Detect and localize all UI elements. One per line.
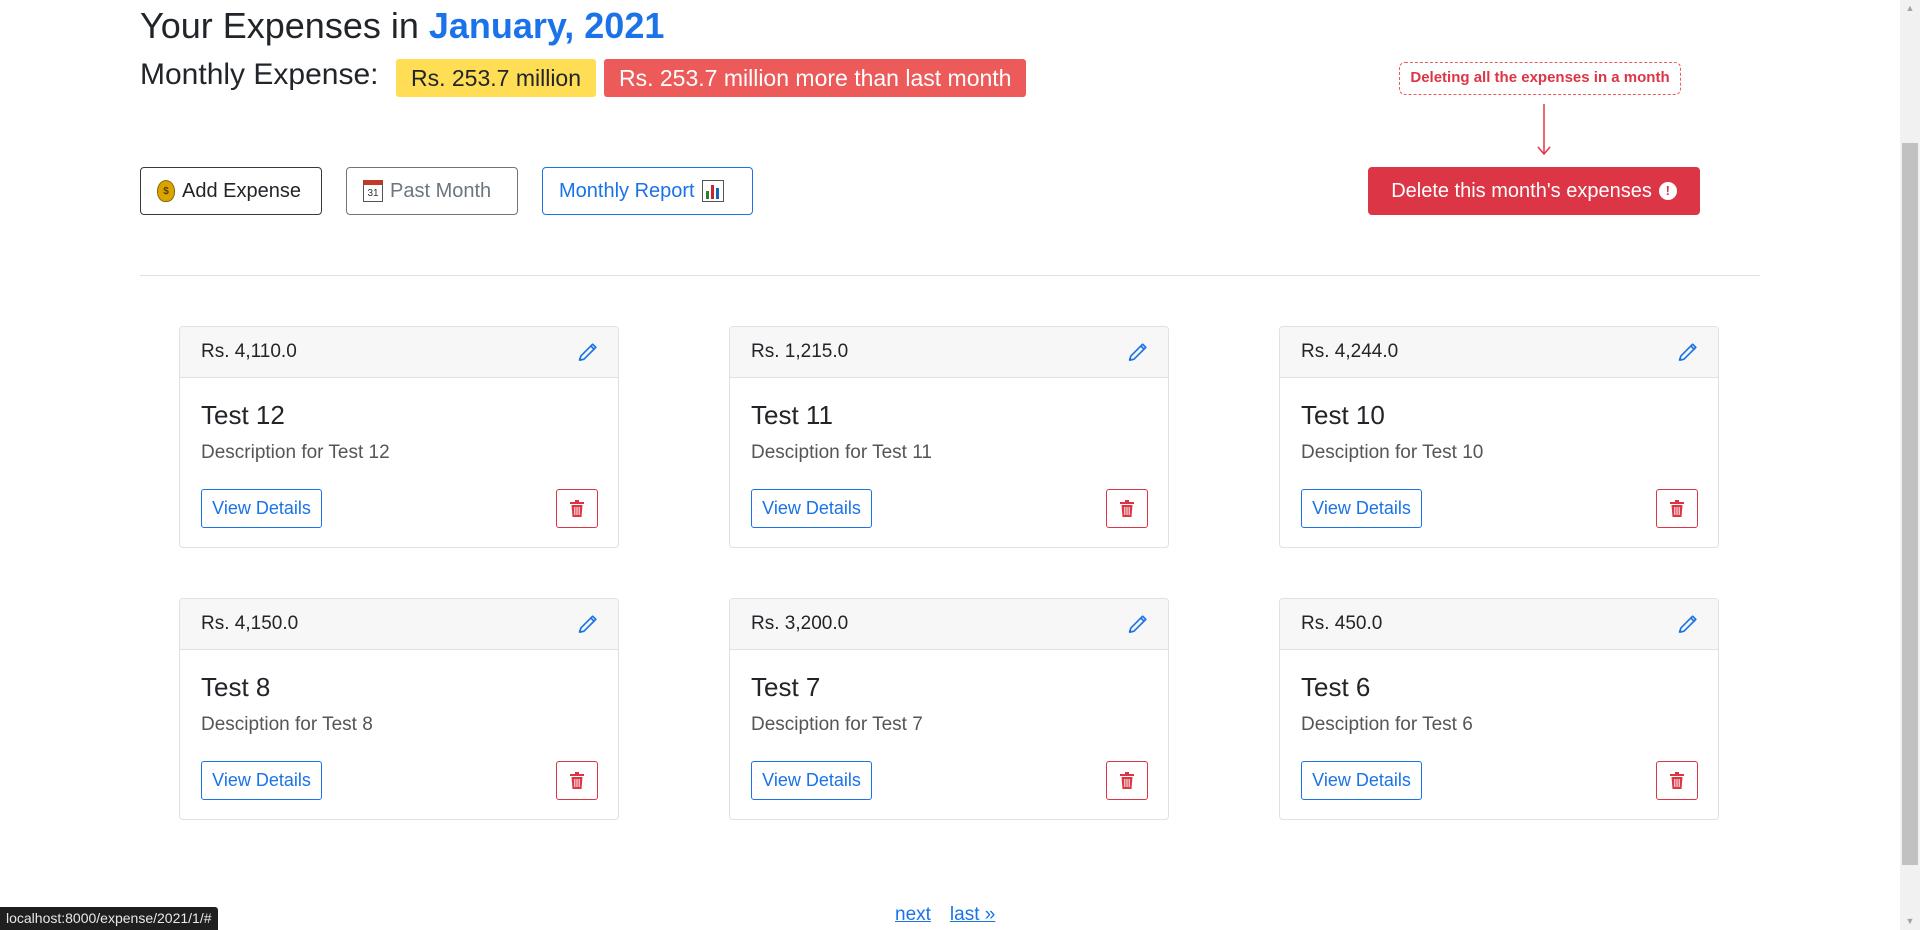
browser-status-bar: localhost:8000/expense/2021/1/#: [0, 907, 218, 930]
page-title-prefix: Your Expenses in: [140, 5, 429, 46]
view-details-button[interactable]: View Details: [1301, 489, 1422, 528]
card-header: Rs. 1,215.0: [730, 327, 1168, 378]
trash-icon: [1120, 499, 1134, 517]
view-details-button[interactable]: View Details: [201, 489, 322, 528]
pencil-icon[interactable]: [576, 342, 598, 364]
trash-icon: [1120, 771, 1134, 789]
expense-description: Description for Test 12: [201, 442, 390, 463]
pagination-next-link[interactable]: next: [895, 904, 931, 925]
trash-icon: [570, 771, 584, 789]
expense-description: Desciption for Test 7: [751, 714, 923, 735]
calendar-icon: 31: [363, 180, 383, 202]
expense-amount: Rs. 4,150.0: [201, 613, 299, 634]
expense-card: Rs. 450.0 Test 6 Desciption for Test 6 V…: [1279, 598, 1719, 820]
delete-expense-button[interactable]: [1656, 761, 1698, 800]
delete-expense-button[interactable]: [556, 761, 598, 800]
expense-amount: Rs. 3,200.0: [751, 613, 849, 634]
expense-amount: Rs. 1,215.0: [751, 341, 849, 362]
expense-description: Desciption for Test 11: [751, 442, 932, 463]
expense-amount: Rs. 450.0: [1301, 613, 1383, 634]
expense-title: Test 7: [751, 672, 821, 702]
pencil-icon[interactable]: [1676, 342, 1698, 364]
monthly-report-button[interactable]: Monthly Report: [542, 167, 753, 215]
comparison-badge: Rs. 253.7 million more than last month: [604, 59, 1027, 97]
vertical-scrollbar[interactable]: ▲ ▼: [1900, 0, 1920, 930]
pencil-icon[interactable]: [1126, 342, 1148, 364]
past-month-button[interactable]: 31 Past Month: [346, 167, 518, 215]
delete-expense-button[interactable]: [1656, 489, 1698, 528]
annotation-arrow-icon: [1537, 104, 1551, 156]
view-details-button[interactable]: View Details: [751, 761, 872, 800]
trash-icon: [1670, 771, 1684, 789]
money-bag-icon: $: [157, 180, 175, 202]
monthly-total-badge: Rs. 253.7 million: [396, 59, 597, 97]
expense-description: Desciption for Test 6: [1301, 714, 1473, 735]
expense-card: Rs. 4,110.0 Test 12 Description for Test…: [179, 326, 619, 548]
view-details-button[interactable]: View Details: [201, 761, 322, 800]
view-details-button[interactable]: View Details: [1301, 761, 1422, 800]
expense-card: Rs. 1,215.0 Test 11 Desciption for Test …: [729, 326, 1169, 548]
pagination: next last »: [895, 904, 1014, 926]
delete-expense-button[interactable]: [1106, 489, 1148, 528]
card-header: Rs. 4,150.0: [180, 599, 618, 650]
delete-month-expenses-button[interactable]: Delete this month's expenses !: [1368, 167, 1700, 215]
monthly-expense-label: Monthly Expense:: [140, 58, 379, 91]
expense-card: Rs. 4,150.0 Test 8 Desciption for Test 8…: [179, 598, 619, 820]
page-title: Your Expenses in January, 2021: [140, 2, 664, 50]
card-header: Rs. 4,110.0: [180, 327, 618, 378]
pencil-icon[interactable]: [576, 614, 598, 636]
card-header: Rs. 3,200.0: [730, 599, 1168, 650]
card-header: Rs. 450.0: [1280, 599, 1718, 650]
expense-description: Desciption for Test 8: [201, 714, 373, 735]
expense-card: Rs. 3,200.0 Test 7 Desciption for Test 7…: [729, 598, 1169, 820]
expense-title: Test 8: [201, 672, 271, 702]
exclamation-circle-icon: !: [1658, 182, 1677, 200]
expense-description: Desciption for Test 10: [1301, 442, 1484, 463]
view-details-button[interactable]: View Details: [751, 489, 872, 528]
past-month-label: Past Month: [390, 179, 492, 202]
monthly-report-label: Monthly Report: [559, 179, 695, 202]
add-expense-label: Add Expense: [182, 179, 301, 202]
card-header: Rs. 4,244.0: [1280, 327, 1718, 378]
delete-expense-button[interactable]: [1106, 761, 1148, 800]
add-expense-button[interactable]: $ Add Expense: [140, 167, 322, 215]
delete-annotation: Deleting all the expenses in a month: [1399, 62, 1681, 95]
bar-chart-icon: [701, 180, 724, 202]
delete-expense-button[interactable]: [556, 489, 598, 528]
scrollbar-thumb[interactable]: [1902, 143, 1918, 865]
expense-amount: Rs. 4,244.0: [1301, 341, 1399, 362]
pencil-icon[interactable]: [1126, 614, 1148, 636]
pencil-icon[interactable]: [1676, 614, 1698, 636]
scroll-down-icon[interactable]: ▼: [1900, 913, 1920, 930]
expense-title: Test 11: [751, 400, 833, 430]
expense-title: Test 6: [1301, 672, 1371, 702]
expense-card: Rs. 4,244.0 Test 10 Desciption for Test …: [1279, 326, 1719, 548]
section-divider: [140, 275, 1760, 276]
expense-amount: Rs. 4,110.0: [201, 341, 297, 362]
scroll-up-icon[interactable]: ▲: [1900, 0, 1920, 17]
expense-title: Test 10: [1301, 400, 1385, 430]
trash-icon: [1670, 499, 1684, 517]
page-title-month: January, 2021: [428, 5, 665, 46]
expense-title: Test 12: [201, 400, 285, 430]
page: Your Expenses in January, 2021 Monthly E…: [0, 0, 1920, 930]
delete-month-label: Delete this month's expenses: [1391, 179, 1652, 202]
pagination-last-link[interactable]: last »: [950, 904, 995, 925]
trash-icon: [570, 499, 584, 517]
